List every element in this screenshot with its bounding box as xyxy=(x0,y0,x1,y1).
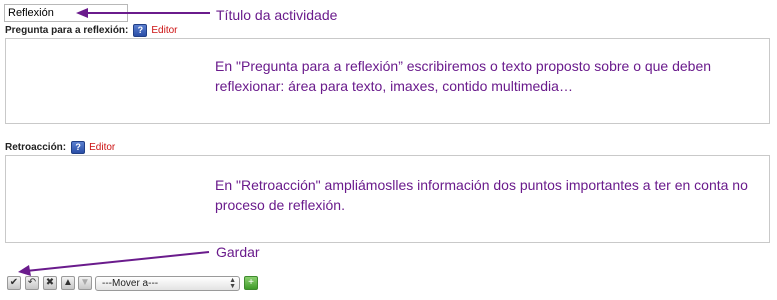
undo-icon[interactable]: ↶ xyxy=(25,276,39,290)
checkmark-icon[interactable]: ✔ xyxy=(7,276,21,290)
arrow-to-save xyxy=(25,251,210,272)
move-to-select-value: ---Mover a--- xyxy=(102,278,159,289)
arrow-head-save xyxy=(18,265,31,276)
move-down-icon[interactable]: ▼ xyxy=(78,276,92,290)
annotation-arrows xyxy=(18,8,210,276)
delete-icon[interactable]: ✖ xyxy=(43,276,57,290)
arrow-head-title xyxy=(76,8,88,18)
move-to-select[interactable]: ---Mover a--- ▲ ▼ xyxy=(95,276,240,291)
move-up-icon[interactable]: ▲ xyxy=(61,276,75,290)
add-icon[interactable]: + xyxy=(244,276,258,290)
select-arrows-icon: ▲ ▼ xyxy=(229,277,236,290)
